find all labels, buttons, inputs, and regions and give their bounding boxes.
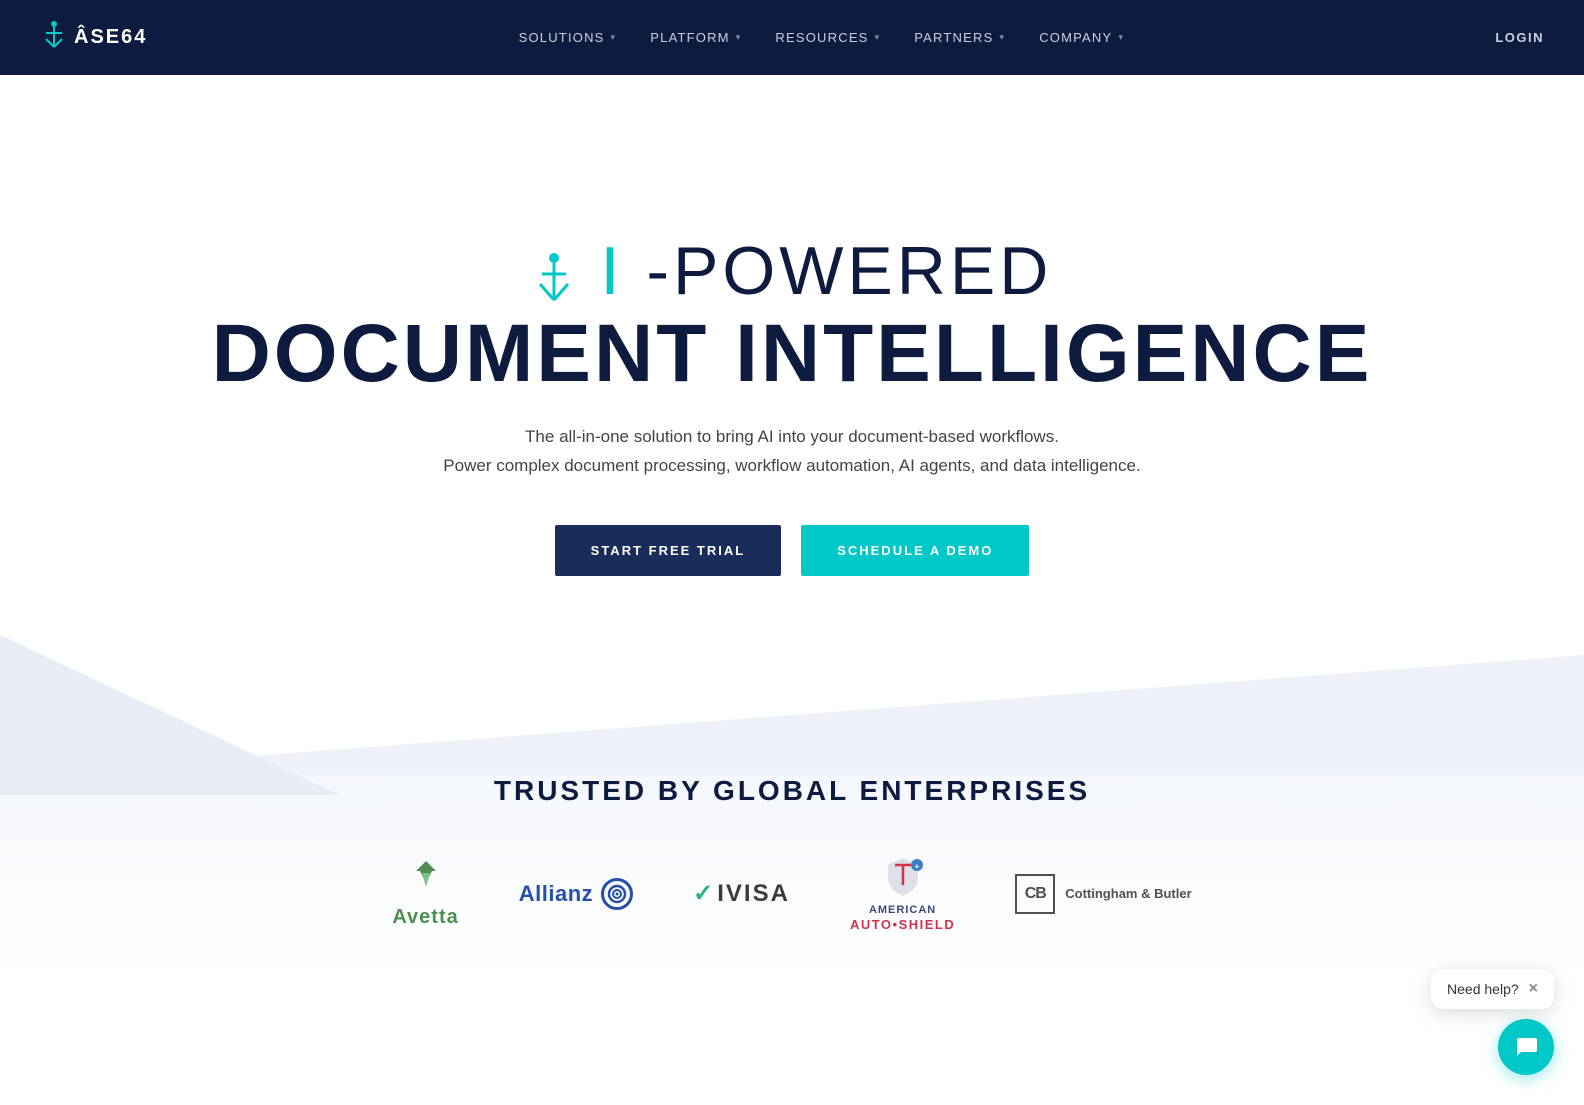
logo-icon <box>40 19 68 57</box>
nav-item-company[interactable]: COMPANY ▾ <box>1027 22 1136 53</box>
chevron-down-icon: ▾ <box>1118 32 1124 43</box>
chat-widget: Need help? × <box>1431 969 1554 1075</box>
bg-shape <box>0 635 340 795</box>
cottingham-butler-logo: CB Cottingham & Butler <box>1015 874 1191 914</box>
aas-text: AMERICAN AUTO•SHIELD <box>850 904 955 932</box>
hero-ai-line: I -POWERED <box>532 234 1053 309</box>
aas-shield-icon: + <box>881 855 925 904</box>
avetta-logo: Avetta <box>392 859 458 929</box>
logos-row: Avetta Allianz ✓ IVISA <box>40 855 1544 932</box>
trusted-title: TRUSTED BY GLOBAL ENTERPRISES <box>40 775 1544 807</box>
chevron-down-icon: ▾ <box>611 32 617 43</box>
hero-section: I -POWERED DOCUMENT INTELLIGENCE The all… <box>0 75 1584 715</box>
hero-buttons: START FREE TRIAL SCHEDULE A DEMO <box>555 525 1030 576</box>
start-free-trial-button[interactable]: START FREE TRIAL <box>555 525 782 576</box>
nav-item-resources[interactable]: RESOURCES ▾ <box>763 22 892 53</box>
avetta-icon <box>408 859 444 902</box>
hero-ai-letter: I <box>601 233 624 309</box>
nav-item-partners[interactable]: PARTNERS ▾ <box>902 22 1017 53</box>
trusted-section: TRUSTED BY GLOBAL ENTERPRISES Avetta All… <box>0 715 1584 972</box>
logo[interactable]: ÂSE64 <box>40 19 147 57</box>
ivisa-check-icon: ✓ <box>693 879 713 908</box>
allianz-icon <box>601 878 633 910</box>
cb-text: Cottingham & Butler <box>1065 885 1191 903</box>
nav-resources-label: RESOURCES <box>775 30 868 45</box>
chat-open-button[interactable] <box>1498 1019 1554 1075</box>
login-button[interactable]: LOGIN <box>1495 30 1544 45</box>
cb-box-icon: CB <box>1015 874 1055 914</box>
schedule-demo-button[interactable]: SCHEDULE A DEMO <box>801 525 1029 576</box>
hero-doc-line: DOCUMENT INTELLIGENCE <box>212 309 1373 399</box>
nav-item-solutions[interactable]: SOLUTIONS ▾ <box>507 22 629 53</box>
logo-text: ÂSE64 <box>74 26 147 49</box>
nav-company-label: COMPANY <box>1039 30 1112 45</box>
avetta-text: Avetta <box>392 906 458 929</box>
ivisa-logo: ✓ IVISA <box>693 879 790 908</box>
chat-close-button[interactable]: × <box>1529 981 1538 997</box>
svg-text:+: + <box>914 862 919 871</box>
allianz-logo: Allianz <box>519 878 633 910</box>
navbar: ÂSE64 SOLUTIONS ▾ PLATFORM ▾ RESOURCES ▾… <box>0 0 1584 75</box>
chevron-down-icon: ▾ <box>999 32 1005 43</box>
nav-partners-label: PARTNERS <box>914 30 993 45</box>
nav-item-platform[interactable]: PLATFORM ▾ <box>638 22 753 53</box>
hero-subtitle: The all-in-one solution to bring AI into… <box>443 423 1140 481</box>
hero-subtitle-line2: Power complex document processing, workf… <box>443 456 1140 475</box>
american-auto-shield-logo: + AMERICAN AUTO•SHIELD <box>850 855 955 932</box>
chevron-down-icon: ▾ <box>875 32 881 43</box>
nav-solutions-label: SOLUTIONS <box>519 30 605 45</box>
nav-links: SOLUTIONS ▾ PLATFORM ▾ RESOURCES ▾ PARTN… <box>507 22 1136 53</box>
chat-bubble: Need help? × <box>1431 969 1554 1009</box>
chevron-down-icon: ▾ <box>736 32 742 43</box>
ivisa-text: IVISA <box>717 880 790 908</box>
hero-powered-text: -POWERED <box>646 233 1052 309</box>
allianz-text: Allianz <box>519 881 593 907</box>
nav-platform-label: PLATFORM <box>650 30 729 45</box>
hero-subtitle-line1: The all-in-one solution to bring AI into… <box>525 427 1059 446</box>
need-help-text: Need help? <box>1447 981 1519 997</box>
